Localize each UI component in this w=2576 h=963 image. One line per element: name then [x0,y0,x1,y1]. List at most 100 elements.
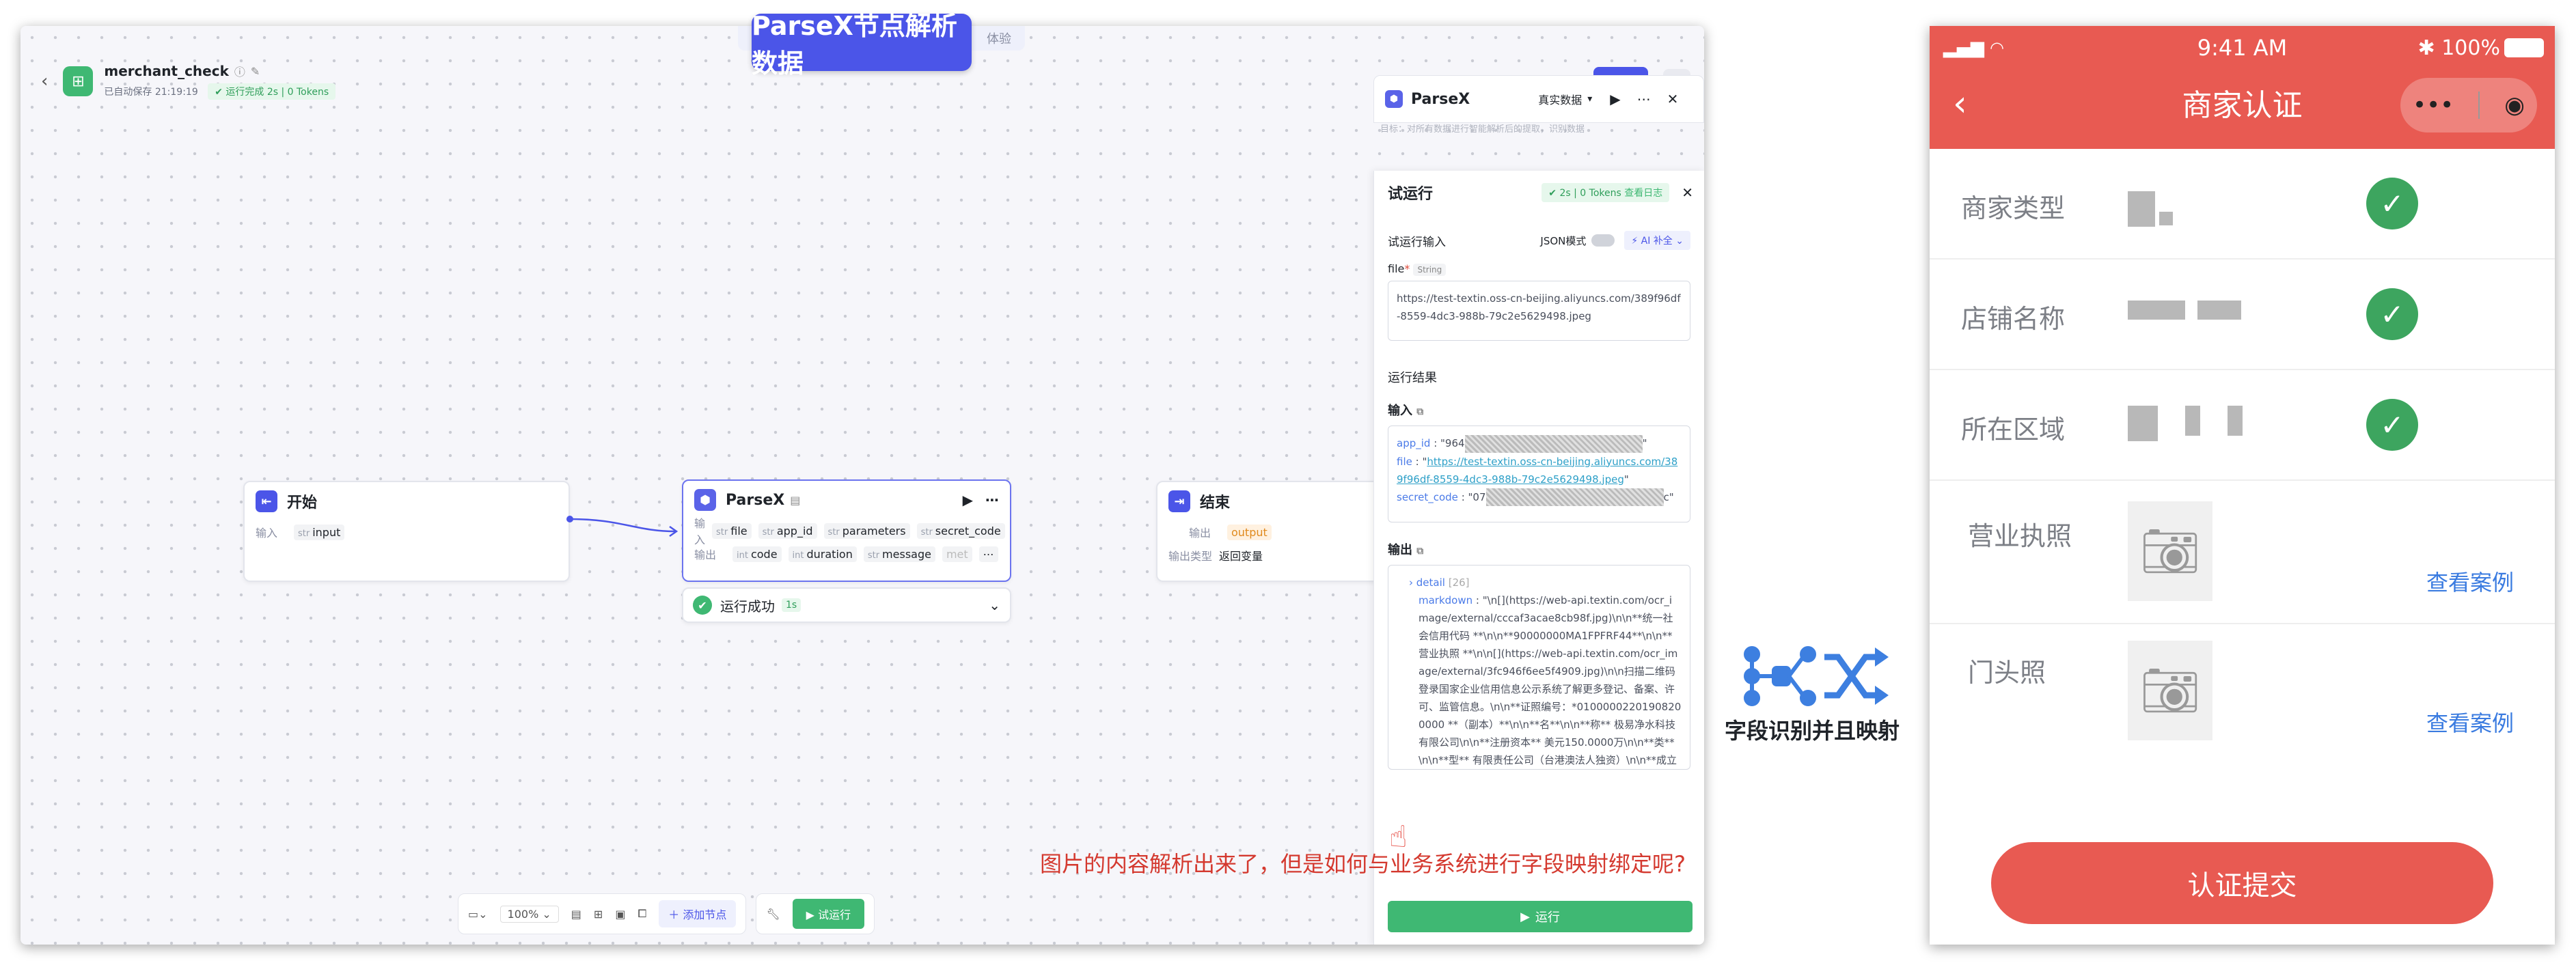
parsex-run-icon[interactable]: ▶ [963,492,973,508]
caret-down-icon[interactable]: ▾ [1587,94,1592,104]
copy-input-icon[interactable]: ⧉ [1416,406,1423,417]
battery-value: 100% [2441,36,2500,60]
success-check-icon: ✔ [693,596,712,615]
parsex-output-chip: met [942,546,972,562]
output-title-text: 输出 [1388,543,1412,557]
field-row-storefront-photo[interactable]: 门头照 📷︎ 查看案例 [1930,624,2555,768]
start-parsex-edge [569,518,676,533]
file-key: file [1397,455,1412,468]
file-label: file [1388,262,1405,275]
file-link[interactable]: https://test-textin.oss-cn-beijing.aliyu… [1397,456,1677,486]
field-row-merchant-type[interactable]: 商家类型 ✓ [1930,149,2555,260]
end-output-chip: output [1227,524,1272,540]
json-mode-toggle[interactable] [1591,234,1615,247]
end-type-label: 输出类型 [1168,550,1213,563]
parsex-input-chip: str parameters [823,522,910,539]
chip-name: file [730,524,748,538]
panel-close-icon[interactable]: ✕ [1667,91,1679,107]
parsex-node[interactable]: ⬢ ParseX ▤ ▶ ⋯ 输入 str file str app_id str p… [682,479,1011,582]
field-label: 营业执照 [1968,521,2072,551]
chip-name: secret_code [935,524,1001,538]
panel-run-icon[interactable]: ▶ [1610,91,1620,107]
signal-icon: ▂▄▆ [1943,38,1984,58]
field-row-business-license[interactable]: 营业执照 📷︎ 查看案例 [1930,481,2555,624]
field-label: 所在区域 [1961,415,2066,445]
run-time-badge: 1s [782,598,801,612]
minimap-icon[interactable]: ▭⌄ [468,908,488,921]
battery-icon [2504,38,2544,57]
storefront-upload[interactable]: 📷︎ [2128,641,2212,740]
chip-name: message [882,547,931,561]
canvas-controls: ▭⌄ 100% ⌄ ▤ ⊞ ▣ ⧠ ＋ 添加节点 [458,893,747,934]
field-row-store-name[interactable]: 店铺名称 ✓ [1930,260,2555,370]
chip-name: met [946,547,968,561]
masked-value [2128,301,2241,328]
chip-type: int [737,550,748,561]
panel-snippet: 目标：对所有数据进行智能解析后的提取，识别数据 [1380,124,1585,135]
trial-controls: 🔧︎ ▶ 试运行 [756,893,875,934]
shuffle-icon [1824,654,1878,699]
chip-type: str [827,527,840,538]
miniapp-capsule[interactable]: ••• ◉ [2400,78,2537,132]
trial-input-title: 试运行输入 [1388,235,1446,249]
phone-screen: ▂▄▆ ◠ 9:41 AM ✱ 100% ‹ 商家认证 ••• ◉ 商家类型 ✓… [1930,26,2555,945]
submit-button[interactable]: 认证提交 [1991,842,2493,924]
view-case-link[interactable]: 查看案例 [2426,706,2514,738]
parsex-more-icon[interactable]: ⋯ [985,492,999,508]
detail-toggle-icon[interactable]: › [1409,576,1413,589]
json-mode-label: JSON模式 [1540,234,1587,247]
panel-node-name: ParseX [1411,90,1470,108]
redacted-block [1464,434,1643,453]
chevron-down-icon[interactable]: ⌄ [989,597,1000,613]
fit-icon[interactable]: ⧠ [638,907,646,921]
menu-dots-icon[interactable]: ••• [2413,92,2454,119]
trial-close-icon[interactable]: ✕ [1682,184,1693,201]
view-log-link[interactable]: 查看日志 [1624,188,1662,199]
view-case-link[interactable]: 查看案例 [2426,566,2514,597]
status-time: 9:41 AM [2197,35,2288,61]
parsex-output-label: 输出 [694,548,717,561]
parsex-outputs: 输出 int code int duration str message met ⋯ [683,542,1010,566]
input-title-text: 输入 [1388,404,1412,418]
license-upload[interactable]: 📷︎ [2128,501,2212,601]
parsex-inputs: 输入 str file str app_id str parameters str se… [683,517,1010,546]
comment-icon[interactable]: ▤ [571,908,581,921]
chip-type: str [920,527,933,538]
check-icon: ✓ [2366,288,2418,340]
chip-name: app_id [776,524,813,538]
add-node-button[interactable]: ＋ 添加节点 [659,900,737,927]
phone-header: ▂▄▆ ◠ 9:41 AM ✱ 100% ‹ 商家认证 ••• ◉ [1930,26,2555,149]
input-result-box: app_id : "964 " file : "https://test-text… [1388,425,1690,522]
redacted-block [1485,488,1664,506]
end-output-label: 输出 [1189,527,1211,540]
layout-icon[interactable]: ⊞ [594,908,603,921]
wrench-icon[interactable]: 🔧︎ [766,908,780,921]
copy-output-icon[interactable]: ⧉ [1416,546,1423,557]
zoom-value: 100% [507,907,539,921]
image-icon[interactable]: ▣ [615,908,625,921]
run-button[interactable]: ▶ 运行 [1388,901,1693,932]
run-button-label: 运行 [1535,910,1560,925]
field-label: 商家类型 [1961,193,2066,223]
parsex-doc-icon[interactable]: ▤ [790,494,800,507]
chip-type: str [716,527,728,538]
close-target-icon[interactable]: ◉ [2504,92,2525,119]
trial-run-button[interactable]: ▶ 试运行 [792,899,865,929]
parsex-node-title: ParseX [726,491,785,509]
trial-status-badge: ✔ 2s | 0 Tokens 查看日志 [1542,183,1670,202]
status-bar: ▂▄▆ ◠ 9:41 AM ✱ 100% [1930,33,2555,63]
app-id-value: "964 [1440,437,1465,449]
file-input[interactable]: https://test-textin.oss-cn-beijing.aliyu… [1388,281,1690,341]
field-row-region[interactable]: 所在区域 ✓ [1930,370,2555,481]
zoom-select[interactable]: 100% ⌄ [499,905,559,923]
data-mode-select[interactable]: 真实数据 [1538,91,1582,107]
run-success-text: 运行成功 [720,598,775,615]
panel-more-icon[interactable]: ⋯ [1637,91,1651,107]
ai-fill-button[interactable]: ⚡ AI 补全 ⌄ [1624,231,1690,250]
end-node[interactable]: ⇥ 结束 输出 output 输出类型 返回变量 [1156,481,1388,582]
wifi-icon: ◠ [1990,38,2004,57]
run-success-bar[interactable]: ✔ 运行成功 1s ⌄ [682,587,1011,623]
parsex-input-label: 输入 [694,517,706,546]
output-result-box[interactable]: › detail [26] markdown : "\n[](https://w… [1388,565,1690,770]
more-outputs-icon[interactable]: ⋯ [978,546,998,562]
